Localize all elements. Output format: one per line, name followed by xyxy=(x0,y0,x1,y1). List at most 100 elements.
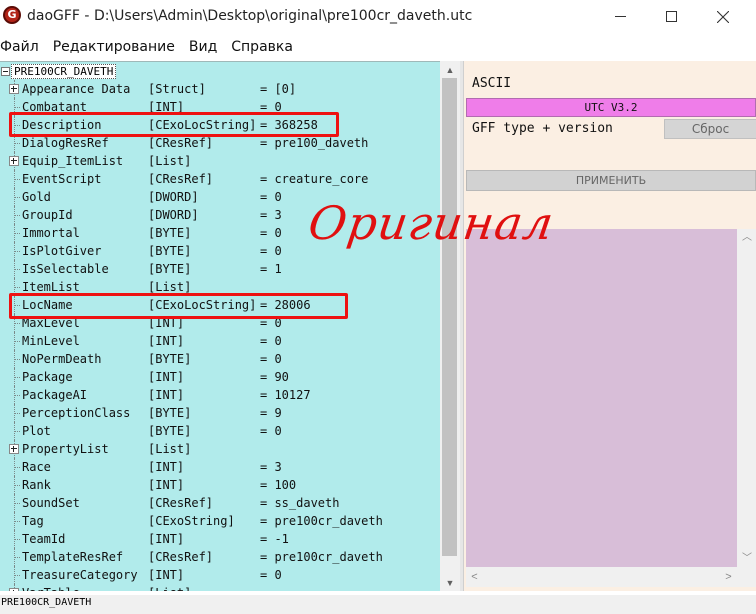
field-name: IsPlotGiver xyxy=(22,244,102,258)
maximize-button[interactable] xyxy=(648,0,694,33)
field-name: TemplateResRef xyxy=(22,550,124,564)
tree-branch-line xyxy=(14,269,20,270)
field-type: [List] xyxy=(148,154,192,168)
field-type: [BYTE] xyxy=(148,424,192,438)
menu-view[interactable]: Вид xyxy=(189,37,224,57)
tree-row[interactable]: PropertyList [List] xyxy=(0,440,440,458)
apply-button[interactable]: ПРИМЕНИТЬ xyxy=(466,170,756,191)
tree-row[interactable]: PerceptionClass [BYTE] = 9 xyxy=(0,404,440,422)
expand-icon[interactable] xyxy=(9,84,19,94)
tree-row[interactable]: EventScript [CResRef] = creature_core xyxy=(0,170,440,188)
minimize-icon xyxy=(614,16,626,17)
field-value: = 0 xyxy=(260,226,282,240)
value-text-area[interactable] xyxy=(466,229,737,567)
tree-branch-line xyxy=(14,467,20,468)
tree-rows: Appearance Data [Struct] = [0] Combatant [IN… xyxy=(0,80,440,591)
tree-branch-line xyxy=(14,557,20,558)
tree-root-node[interactable]: PRE100CR_DAVETH xyxy=(1,63,117,80)
tree-row[interactable]: Package [INT] = 90 xyxy=(0,368,440,386)
field-name: Plot xyxy=(22,424,51,438)
tree-branch-line xyxy=(14,575,20,576)
scroll-left-icon[interactable]: < xyxy=(466,567,483,587)
tree-row[interactable]: TemplateResRef [CResRef] = pre100cr_daveth xyxy=(0,548,440,566)
right-panel: ASCII UTC V3.2 GFF type + version Сброс … xyxy=(463,61,756,591)
tree-branch-line xyxy=(14,521,20,522)
menu-edit[interactable]: Редактирование xyxy=(53,37,182,57)
expand-icon[interactable] xyxy=(9,444,19,454)
scroll-down-icon[interactable]: ﹀ xyxy=(737,550,756,567)
field-value: = 0 xyxy=(260,568,282,582)
field-value: = 0 xyxy=(260,190,282,204)
scroll-up-icon[interactable]: ︿ xyxy=(737,229,756,246)
text-area-horizontal-scrollbar[interactable]: < > xyxy=(466,567,737,587)
field-name: NoPermDeath xyxy=(22,352,102,366)
expand-icon[interactable] xyxy=(9,588,19,591)
field-type: [Struct] xyxy=(148,82,206,96)
scroll-right-icon[interactable]: > xyxy=(720,567,737,587)
field-name: PropertyList xyxy=(22,442,109,456)
tree-row[interactable]: TreasureCategory [INT] = 0 xyxy=(0,566,440,584)
watermark-text: Оригинал xyxy=(305,196,558,250)
collapse-icon[interactable] xyxy=(1,67,10,76)
scrollbar-thumb[interactable] xyxy=(442,78,457,556)
field-type: [INT] xyxy=(148,460,185,474)
minimize-button[interactable] xyxy=(597,0,643,33)
tree-row[interactable]: PackageAI [INT] = 10127 xyxy=(0,386,440,404)
reset-button[interactable]: Сброс xyxy=(664,119,756,139)
menu-file[interactable]: Файл xyxy=(0,37,46,57)
text-area-vertical-scrollbar[interactable]: ︿ ﹀ xyxy=(737,229,756,567)
encoding-label: ASCII xyxy=(472,76,512,91)
field-type: [DWORD] xyxy=(148,208,199,222)
field-name: VarTable xyxy=(22,584,80,591)
field-type: [INT] xyxy=(148,334,185,348)
tree-row[interactable]: NoPermDeath [BYTE] = 0 xyxy=(0,350,440,368)
expand-icon[interactable] xyxy=(9,156,19,166)
tree-row[interactable]: Tag [CExoString] = pre100cr_daveth xyxy=(0,512,440,530)
tree-row[interactable]: SoundSet [CResRef] = ss_daveth xyxy=(0,494,440,512)
gff-tree-panel[interactable]: PRE100CR_DAVETH Appearance Data [Struct] =… xyxy=(0,61,460,591)
field-value: = 0 xyxy=(260,334,282,348)
tree-row[interactable]: Plot [BYTE] = 0 xyxy=(0,422,440,440)
close-icon xyxy=(717,10,729,23)
field-value: = 3 xyxy=(260,460,282,474)
tree-row[interactable]: IsSelectable [BYTE] = 1 xyxy=(0,260,440,278)
tree-row[interactable]: TeamId [INT] = -1 xyxy=(0,530,440,548)
field-type: [DWORD] xyxy=(148,190,199,204)
field-value: = pre100cr_daveth xyxy=(260,550,383,564)
close-button[interactable] xyxy=(700,0,746,33)
field-value: = 90 xyxy=(260,370,289,384)
field-value: = 0 xyxy=(260,352,282,366)
scroll-down-icon[interactable]: ▼ xyxy=(440,574,460,591)
tree-branch-line xyxy=(14,359,20,360)
field-value: = [0] xyxy=(260,82,297,96)
title-bar: G daoGFF - D:\Users\Admin\Desktop\origin… xyxy=(0,0,756,33)
field-name: SoundSet xyxy=(22,496,80,510)
tree-row[interactable]: VarTable [List] xyxy=(0,584,440,591)
field-value: = 100 xyxy=(260,478,297,492)
tree-branch-line xyxy=(14,431,20,432)
tree-row[interactable]: Equip_ItemList [List] xyxy=(0,152,440,170)
tree-vertical-scrollbar[interactable]: ▲ ▼ xyxy=(440,61,460,591)
tree-row[interactable]: MinLevel [INT] = 0 xyxy=(0,332,440,350)
field-value: = ss_daveth xyxy=(260,496,340,510)
tree-branch-line xyxy=(14,503,20,504)
tree-branch-line xyxy=(14,485,20,486)
field-type: [BYTE] xyxy=(148,262,192,276)
tree-branch-line xyxy=(14,215,20,216)
tree-row[interactable]: Race [INT] = 3 xyxy=(0,458,440,476)
status-bar: PRE100CR_DAVETH xyxy=(0,595,756,614)
field-name: Tag xyxy=(22,514,44,528)
tree-root-label: PRE100CR_DAVETH xyxy=(11,64,117,79)
tree-branch-line xyxy=(14,323,20,324)
tree-row[interactable]: Appearance Data [Struct] = [0] xyxy=(0,80,440,98)
scroll-up-icon[interactable]: ▲ xyxy=(440,61,460,78)
tree-branch-line xyxy=(14,341,20,342)
menu-help[interactable]: Справка xyxy=(231,37,300,57)
tree-branch-line xyxy=(14,539,20,540)
field-name: TeamId xyxy=(22,532,66,546)
field-name: Immortal xyxy=(22,226,80,240)
tree-branch-line xyxy=(14,395,20,396)
tree-branch-line xyxy=(14,233,20,234)
field-type: [INT] xyxy=(148,532,185,546)
tree-row[interactable]: Rank [INT] = 100 xyxy=(0,476,440,494)
